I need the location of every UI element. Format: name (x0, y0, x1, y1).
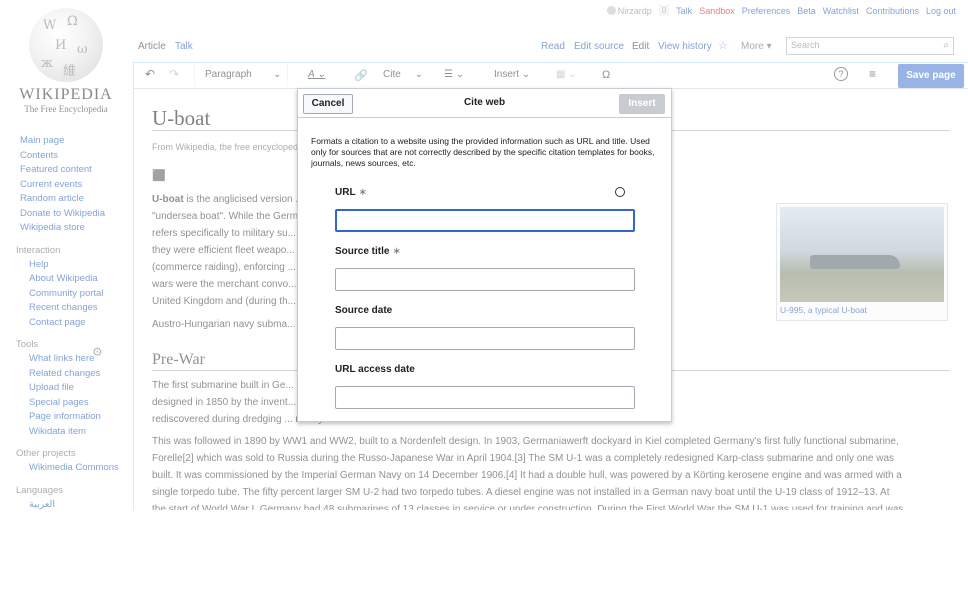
url-access-date-field[interactable] (335, 386, 635, 409)
dialog-title: Cite web (463, 97, 506, 108)
page-bottom (0, 510, 968, 604)
url-field[interactable] (335, 209, 635, 232)
required-indicator: ∗ (392, 246, 401, 257)
url-label: URL ∗ (335, 187, 367, 198)
dialog-description: Formats a citation to a website using th… (311, 136, 655, 168)
page: WΩ Иω ж維 WIKIPEDIA The Free Encyclopedia… (0, 0, 968, 604)
dialog-header: Cancel Cite web Insert (298, 89, 671, 118)
source-date-field[interactable] (335, 327, 635, 350)
remove-field-icon[interactable] (615, 187, 625, 197)
source-title-label: Source title ∗ (335, 246, 401, 257)
cite-web-dialog: Cancel Cite web Insert Formats a citatio… (297, 88, 672, 422)
insert-button[interactable]: Insert (619, 94, 665, 114)
required-indicator: ∗ (358, 187, 367, 198)
source-title-field[interactable] (335, 268, 635, 291)
url-access-date-label: URL access date (335, 364, 415, 375)
source-date-label: Source date (335, 305, 393, 316)
